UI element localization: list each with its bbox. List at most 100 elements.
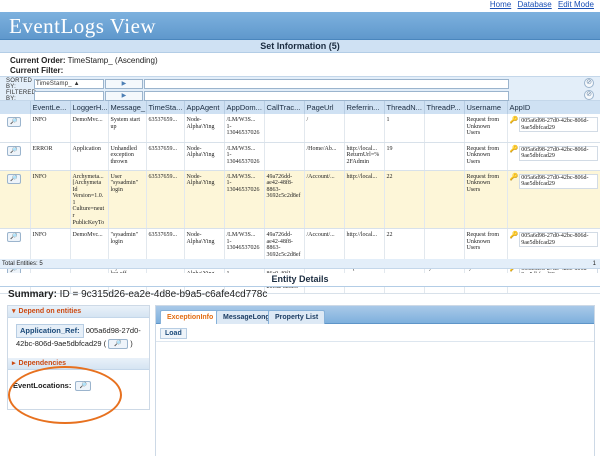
entity-summary: Summary: ID = 9c315d26-ea2e-4d8e-b9a5-c6… — [8, 289, 267, 300]
title-bar: EventLogs View — [0, 12, 600, 40]
view-row-button[interactable]: 🔎 — [7, 145, 21, 156]
key-icon: 🔑 — [509, 144, 519, 153]
page-title: EventLogs View — [9, 14, 157, 38]
table-cell: / — [304, 114, 345, 143]
appid-link[interactable]: 🔑005a6d98-27d0-42bc-806d-9ae5dbfcad29 — [509, 231, 598, 248]
column-header[interactable]: ThreadN... — [384, 101, 425, 114]
view-row-button[interactable]: 🔎 — [7, 173, 21, 184]
table-cell: 🔑005a6d98-27d0-42bc-806d-9ae5dbfcad29 — [507, 142, 600, 171]
filter-label: FILTERED BY: — [6, 89, 37, 102]
expand-arrow-icon: ▸ — [12, 360, 16, 367]
table-cell: 19 — [384, 142, 425, 171]
set-info-heading: Set Information (5) — [0, 40, 600, 53]
application-ref-view-button[interactable]: 🔎 — [108, 339, 129, 350]
table-cell — [424, 142, 465, 171]
view-row-button[interactable]: 🔎 — [7, 117, 21, 127]
highlight-oval — [8, 366, 122, 424]
table-footer: Total Entities: 5 1 — [0, 259, 600, 269]
table-cell: Node-Alpha\Ying — [184, 142, 225, 171]
total-entities: Total Entities: 5 — [2, 261, 43, 267]
sort-expression-input[interactable] — [144, 78, 509, 89]
filter-field-select[interactable] — [34, 90, 104, 101]
edit-mode-link[interactable]: Edit Mode — [558, 0, 594, 9]
table-cell: 63537659... — [146, 142, 185, 171]
appid-value: 005a6d98-27d0-42bc-806d-9ae5dbfcad29 — [519, 117, 598, 133]
table-cell: http://local... — [344, 228, 385, 262]
column-header[interactable]: CallTrac... — [264, 101, 305, 114]
table-cell: INFO — [30, 170, 71, 230]
table-cell: /LM/W3S... 1-13046537026 — [224, 142, 265, 171]
table-cell: Request from Unknown Users — [464, 142, 508, 171]
table-cell: /LM/W3S... 1-13046537026 — [224, 228, 265, 262]
column-header[interactable]: TimeSta... — [146, 101, 185, 114]
column-header[interactable]: PageUrl — [304, 101, 345, 114]
table-cell: 22 — [384, 228, 425, 262]
table-cell: 🔑005a6d98-27d0-42bc-806d-9ae5dbfcad29 — [507, 170, 600, 230]
sort-clear-icon[interactable]: ⊘ — [584, 78, 594, 88]
column-header[interactable]: AppDom... — [224, 101, 265, 114]
table-cell: System start up — [108, 114, 147, 143]
filter-clear-icon[interactable]: ⊘ — [584, 90, 594, 100]
column-header[interactable]: AppAgent — [184, 101, 225, 114]
table-cell — [424, 170, 465, 230]
entity-details-heading: Entity Details — [0, 273, 600, 287]
appid-link[interactable]: 🔑005a6d98-27d0-42bc-806d-9ae5dbfcad29 — [509, 116, 598, 133]
column-header[interactable]: Username — [464, 101, 508, 114]
sort-row: SORTED BY: TimeStamp_ ▲ ▶ — [6, 78, 509, 90]
table-cell: Request from Unknown Users — [464, 114, 508, 143]
table-row[interactable]: 🔎 ERROR Application Unhandled exception thr… — [0, 142, 600, 171]
table-cell: 🔑005a6d98-27d0-42bc-806d-9ae5dbfcad29 — [507, 228, 600, 262]
table-cell: Request from Unknown Users — [464, 228, 508, 262]
tab-property-list[interactable]: Property List — [268, 310, 326, 324]
column-header[interactable]: ThreadP... — [424, 101, 465, 114]
table-cell: 49a726dd-ae42-48f8-8863-3692c5c2d8ef — [264, 228, 305, 262]
table-row[interactable]: 🔎 INFO DemoMvc... System start up 63537659..… — [0, 114, 600, 143]
tab-exceptioninfo[interactable]: ExceptionInfo — [160, 310, 221, 324]
appid-value: 005a6d98-27d0-42bc-806d-9ae5dbfcad29 — [519, 232, 598, 248]
table-cell — [424, 114, 465, 143]
table-row[interactable]: 🔎 INFO DemoMvc... "sysadmin" login 63537659.… — [0, 228, 600, 262]
collapse-arrow-icon: ▾ — [12, 308, 16, 315]
table-cell: http://local... ReturnUrl=% 2FAdmin — [344, 142, 385, 171]
table-cell: http://local... — [344, 170, 385, 230]
key-icon: 🔑 — [509, 116, 519, 124]
table-cell: Node-Alpha\Ying — [184, 170, 225, 230]
column-header[interactable]: Referrin... — [344, 101, 385, 114]
table-cell: /LM/W3S... 1-13046537026 — [224, 170, 265, 230]
page-number[interactable]: 1 — [593, 259, 596, 269]
table-row[interactable]: 🔎 INFO Archymeta... [Archymeta Id Version=… — [0, 170, 600, 230]
table-cell — [264, 142, 305, 171]
column-header[interactable] — [0, 101, 31, 114]
table-cell: Node-Alpha\Ying — [184, 228, 225, 262]
sort-field-select[interactable]: TimeStamp_ ▲ — [34, 78, 104, 89]
column-header[interactable]: EventLe... — [30, 101, 71, 114]
database-link[interactable]: Database — [517, 0, 551, 9]
column-header[interactable]: Message_ — [108, 101, 147, 114]
appid-value: 005a6d98-27d0-42bc-806d-9ae5dbfcad29 — [519, 145, 598, 161]
view-row-button[interactable]: 🔎 — [7, 232, 21, 243]
key-icon: 🔑 — [509, 172, 519, 181]
load-button[interactable]: Load — [160, 328, 187, 339]
appid-link[interactable]: 🔑005a6d98-27d0-42bc-806d-9ae5dbfcad29 — [509, 172, 598, 189]
filter-apply-button[interactable]: ▶ — [105, 90, 143, 101]
home-link[interactable]: Home — [490, 0, 511, 9]
column-header[interactable]: AppID — [507, 101, 600, 114]
key-icon: 🔑 — [509, 231, 519, 240]
current-order-value: TimeStamp_ (Ascending) — [67, 56, 158, 65]
table-cell: 63537659... — [146, 114, 185, 143]
appid-link[interactable]: 🔑005a6d98-27d0-42bc-806d-9ae5dbfcad29 — [509, 144, 598, 161]
depend-on-header[interactable]: ▾ Depend on entities — [8, 306, 149, 318]
table-cell: 1 — [384, 114, 425, 143]
summary-label: Summary: — [8, 289, 57, 300]
table-cell: Application — [70, 142, 109, 171]
table-cell: /LM/W3S... 1-13046537026 — [224, 114, 265, 143]
table-cell: 🔎 — [0, 228, 31, 262]
table-cell: 🔎 — [0, 114, 31, 143]
table-cell: /Account/... — [304, 228, 345, 262]
table-cell — [424, 228, 465, 262]
current-filter: Current Filter: — [10, 66, 63, 75]
column-header[interactable]: LoggerH... — [70, 101, 109, 114]
sort-apply-button[interactable]: ▶ — [105, 78, 143, 89]
filter-expression-input[interactable] — [144, 90, 509, 101]
table-cell: 🔎 — [0, 142, 31, 171]
